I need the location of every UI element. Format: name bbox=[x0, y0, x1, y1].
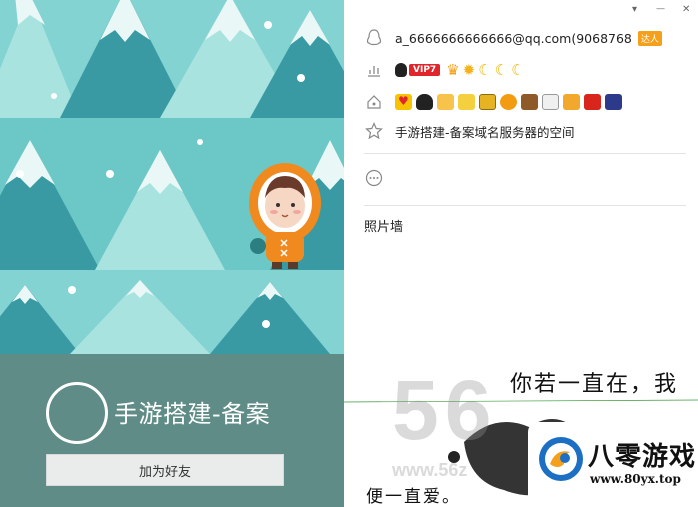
qq-penguin-outline-icon bbox=[364, 28, 384, 48]
dropdown-icon[interactable]: ▾ bbox=[632, 4, 637, 15]
house-icon bbox=[364, 92, 384, 112]
color-icon[interactable] bbox=[584, 94, 601, 110]
divider bbox=[364, 205, 686, 206]
account-text: a_6666666666666@qq.com(9068768 bbox=[395, 30, 632, 46]
site-name: 八零游戏 bbox=[588, 442, 697, 472]
more-row[interactable] bbox=[364, 168, 395, 188]
photo-caption-line2: 便一直爱。 bbox=[366, 487, 461, 507]
diamond-icon[interactable] bbox=[542, 94, 559, 110]
level-row: VIP7 ♛ ✹ ☾ ☾ ☾ bbox=[364, 60, 525, 80]
moon-icon[interactable]: ☾ bbox=[495, 61, 508, 79]
photo-caption-line1: 你若一直在，我 bbox=[510, 372, 679, 397]
sun-icon[interactable]: ✹ bbox=[463, 61, 476, 79]
crown-icon[interactable]: ♛ bbox=[446, 61, 459, 79]
show-icon[interactable] bbox=[605, 94, 622, 110]
avatar[interactable] bbox=[46, 382, 108, 444]
winter-forest-scene bbox=[0, 0, 344, 354]
music-icon[interactable] bbox=[458, 94, 475, 110]
penguin-icon[interactable] bbox=[416, 94, 433, 110]
heart-icon[interactable]: ♥ bbox=[395, 94, 412, 110]
hand-icon[interactable] bbox=[437, 94, 454, 110]
moon-icon[interactable]: ☾ bbox=[511, 61, 524, 79]
nickname: 手游搭建-备案 bbox=[114, 400, 271, 428]
ellipsis-circle-icon[interactable] bbox=[364, 168, 384, 188]
minimize-button[interactable]: — bbox=[656, 4, 665, 14]
watermark-url: www.56z bbox=[392, 460, 468, 480]
profile-cover-panel: 手游搭建-备案 加为好友 bbox=[0, 0, 344, 507]
close-button[interactable]: ✕ bbox=[682, 4, 690, 15]
vip-penguin-icon[interactable] bbox=[395, 63, 407, 77]
site-logo: 八零游戏 www.80yx.top bbox=[528, 422, 698, 507]
moon-icon[interactable]: ☾ bbox=[478, 61, 491, 79]
vip-level-badge[interactable]: VIP7 bbox=[409, 64, 441, 76]
star-outline-icon bbox=[364, 121, 384, 141]
signature-text: 手游搭建-备案域名服务器的空间 bbox=[395, 124, 575, 140]
site-url: www.80yx.top bbox=[590, 472, 681, 486]
coin-icon[interactable] bbox=[500, 94, 517, 110]
services-row: ♥ bbox=[364, 92, 626, 112]
account-row: a_6666666666666@qq.com(9068768 达人 bbox=[364, 28, 662, 48]
photo-wall-label: 照片墙 bbox=[364, 220, 404, 235]
signature-row: 手游搭建-备案域名服务器的空间 bbox=[364, 121, 575, 141]
divider bbox=[364, 153, 686, 154]
cover-illustration bbox=[0, 0, 344, 354]
add-friend-button[interactable]: 加为好友 bbox=[46, 454, 284, 486]
watermark-number: 56 bbox=[392, 363, 498, 457]
site-logo-icon bbox=[539, 437, 583, 481]
level-chart-icon bbox=[364, 60, 384, 80]
tag-icon[interactable] bbox=[521, 94, 538, 110]
card-icon[interactable] bbox=[479, 94, 496, 110]
game-icon[interactable] bbox=[563, 94, 580, 110]
expert-badge[interactable]: 达人 bbox=[637, 30, 662, 46]
